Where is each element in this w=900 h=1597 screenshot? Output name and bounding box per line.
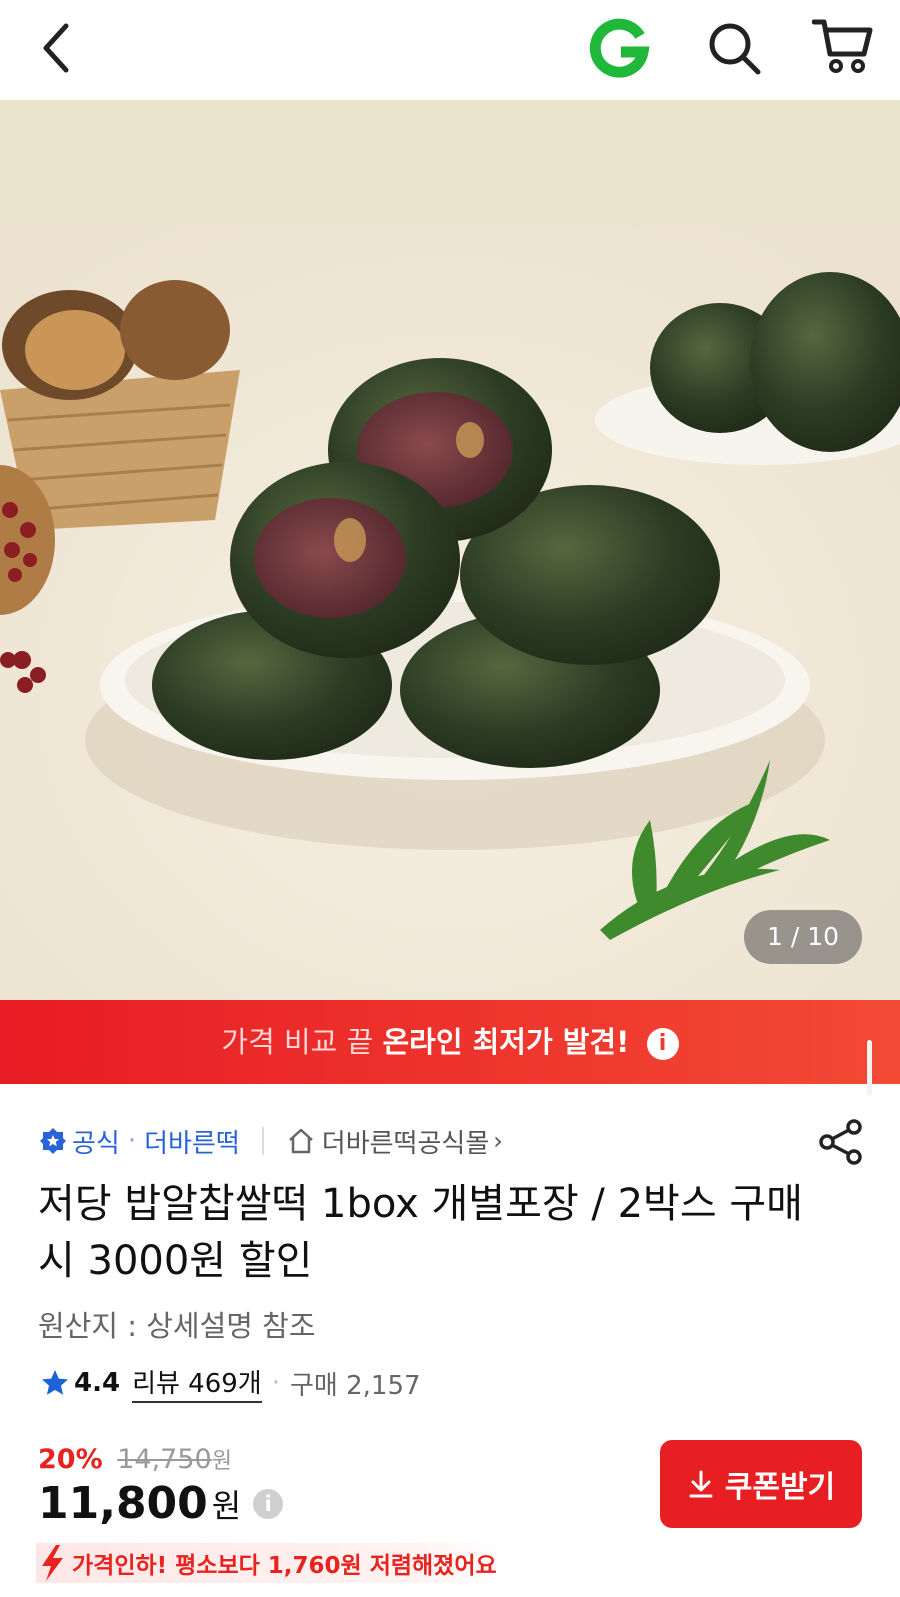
info-icon[interactable]: i	[646, 1028, 679, 1060]
sale-price-unit: 원	[211, 1486, 242, 1525]
price-drop-text: 가격인하! 평소보다 1,760원 저렴해졌어요	[72, 1553, 497, 1579]
discount-percent: 20%	[38, 1444, 103, 1475]
home-icon	[288, 1128, 313, 1154]
search-icon[interactable]	[704, 18, 764, 78]
top-bar	[0, 0, 900, 100]
divider	[261, 1127, 264, 1155]
sale-price-row: 11,800 원 i	[38, 1478, 284, 1529]
lightning-icon	[42, 1545, 63, 1581]
lowest-price-banner[interactable]: 가격 비교 끝 온라인 최저가 발견! i	[0, 1000, 900, 1084]
reviews-link[interactable]: 리뷰 469개	[132, 1363, 262, 1403]
price-info-icon[interactable]: i	[253, 1488, 284, 1519]
product-title: 저당 밥알찹쌀떡 1box 개별포장 / 2박스 구매 시 3000원 할인	[38, 1181, 803, 1284]
discount-row: 20% 14,750원	[38, 1443, 232, 1475]
purchase-count: 구매 2,157	[289, 1370, 421, 1401]
star-icon	[42, 1370, 68, 1395]
seller-row: 공식 · 더바른떡 더바른떡공식몰 ›	[38, 1120, 503, 1162]
share-icon[interactable]	[818, 1118, 864, 1166]
rating-score: 4.4	[74, 1368, 121, 1398]
scrollbar[interactable]	[867, 1040, 872, 1096]
chevron-right-icon: ›	[493, 1127, 503, 1155]
promo-bold-text: 온라인 최저가 발견!	[382, 1025, 630, 1059]
rating-row: 4.4 리뷰 469개 · 구매 2,157	[40, 1363, 421, 1403]
shop-link[interactable]: 더바른떡공식몰	[322, 1123, 489, 1160]
g-logo-icon[interactable]	[588, 18, 650, 80]
coupon-button[interactable]: 쿠폰받기	[660, 1440, 862, 1528]
coupon-label: 쿠폰받기	[724, 1471, 836, 1504]
download-icon	[689, 1470, 713, 1498]
origin-text: 원산지 : 상세설명 참조	[38, 1309, 316, 1343]
official-label: 공식	[72, 1128, 120, 1159]
brand-link[interactable]: 더바른떡	[144, 1123, 240, 1160]
separator-dot: ·	[127, 1126, 137, 1156]
original-price-unit: 원	[211, 1449, 232, 1474]
price-drop-notice: 가격인하! 평소보다 1,760원 저렴해졌어요	[36, 1543, 507, 1583]
cart-icon[interactable]	[812, 16, 874, 76]
image-counter: 1 / 10	[744, 910, 862, 964]
promo-normal-text: 가격 비교 끝	[221, 1025, 374, 1059]
separator-dot: ·	[271, 1368, 280, 1398]
official-badge-icon	[40, 1128, 66, 1154]
product-photo	[0, 100, 900, 1000]
product-image[interactable]: 1 / 10	[0, 100, 900, 1000]
original-price: 14,750	[117, 1444, 212, 1475]
sale-price: 11,800	[38, 1478, 208, 1529]
chevron-left-icon[interactable]	[34, 20, 82, 76]
